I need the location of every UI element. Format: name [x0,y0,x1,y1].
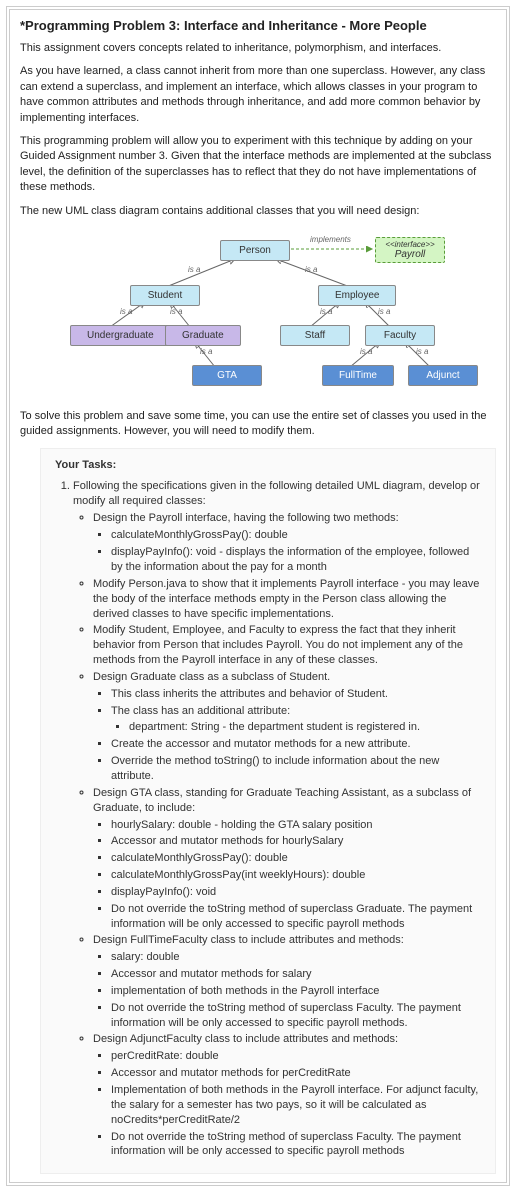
isa-label-7: is a [200,347,212,356]
uml-gta: GTA [192,365,262,386]
bullet-adj-a: perCreditRate: double [111,1049,481,1064]
bullet-ft-d: Do not override the toString method of s… [111,1001,481,1031]
bullet-gta-d: calculateMonthlyGrossPay(int weeklyHours… [111,868,481,883]
bullet-adj-c: Implementation of both methods in the Pa… [111,1083,481,1128]
intro-text: This assignment covers concepts related … [20,41,496,56]
uml-staff: Staff [280,325,350,346]
bullet-adj-d: Do not override the toString method of s… [111,1130,481,1160]
uml-faculty: Faculty [365,325,435,346]
uml-adjunct: Adjunct [408,365,478,386]
tasks-panel: Your Tasks: Following the specifications… [40,448,496,1175]
isa-label-5: is a [320,307,332,316]
task-1-text: Following the specifications given in th… [73,480,480,507]
bullet-modify: Modify Student, Employee, and Faculty to… [93,623,481,668]
interface-stereotype: <<interface>> [384,240,436,249]
isa-label-1: is a [188,265,200,274]
paragraph-2: This programming problem will allow you … [20,134,496,196]
uml-payroll: Payroll [384,249,436,260]
uml-person: Person [220,240,290,261]
isa-label-3: is a [120,307,132,316]
page-title: *Programming Problem 3: Interface and In… [20,18,496,33]
uml-diagram: Person <<interface>> Payroll implements … [20,227,496,409]
bullet-adj-b: Accessor and mutator methods for perCred… [111,1066,481,1081]
task-1: Following the specifications given in th… [73,479,481,1160]
uml-student: Student [130,285,200,306]
bullet-gta-b: Accessor and mutator methods for hourlyS… [111,834,481,849]
bullet-person: Modify Person.java to show that it imple… [93,577,481,622]
bullet-grad-b1: department: String - the department stud… [129,720,481,735]
bullet-gta-f: Do not override the toString method of s… [111,902,481,932]
tasks-heading: Your Tasks: [55,459,481,471]
bullet-gta-a: hourlySalary: double - holding the GTA s… [111,818,481,833]
implements-label: implements [310,235,351,244]
bullet-gta-e: displayPayInfo(): void [111,885,481,900]
bullet-ft-b: Accessor and mutator methods for salary [111,967,481,982]
bullet-ft-c: implementation of both methods in the Pa… [111,984,481,999]
paragraph-3: The new UML class diagram contains addit… [20,204,496,219]
bullet-gta-c: calculateMonthlyGrossPay(): double [111,851,481,866]
isa-label-9: is a [416,347,428,356]
bullet-payroll-m1: calculateMonthlyGrossPay(): double [111,528,481,543]
bullet-gta: Design GTA class, standing for Graduate … [93,786,481,932]
uml-fulltime: FullTime [322,365,394,386]
bullet-payroll: Design the Payroll interface, having the… [93,511,481,574]
uml-graduate: Graduate [165,325,241,346]
isa-label-2: is a [305,265,317,274]
document-root: *Programming Problem 3: Interface and In… [9,9,507,1183]
uml-undergraduate: Undergraduate [70,325,171,346]
bullet-grad-b: The class has an additional attribute: d… [111,704,481,736]
bullet-fulltime: Design FullTimeFaculty class to include … [93,933,481,1030]
isa-label-8: is a [360,347,372,356]
bullet-grad-a: This class inherits the attributes and b… [111,687,481,702]
paragraph-4: To solve this problem and save some time… [20,409,496,440]
bullet-grad-c: Create the accessor and mutator methods … [111,737,481,752]
uml-employee: Employee [318,285,396,306]
bullet-payroll-m2: displayPayInfo(): void - displays the in… [111,545,481,575]
bullet-graduate: Design Graduate class as a subclass of S… [93,670,481,784]
uml-payroll-interface: <<interface>> Payroll [375,237,445,263]
isa-label-4: is a [170,307,182,316]
paragraph-1: As you have learned, a class cannot inhe… [20,64,496,126]
bullet-ft-a: salary: double [111,950,481,965]
bullet-adjunct: Design AdjunctFaculty class to include a… [93,1032,481,1159]
bullet-grad-d: Override the method toString() to includ… [111,754,481,784]
isa-label-6: is a [378,307,390,316]
